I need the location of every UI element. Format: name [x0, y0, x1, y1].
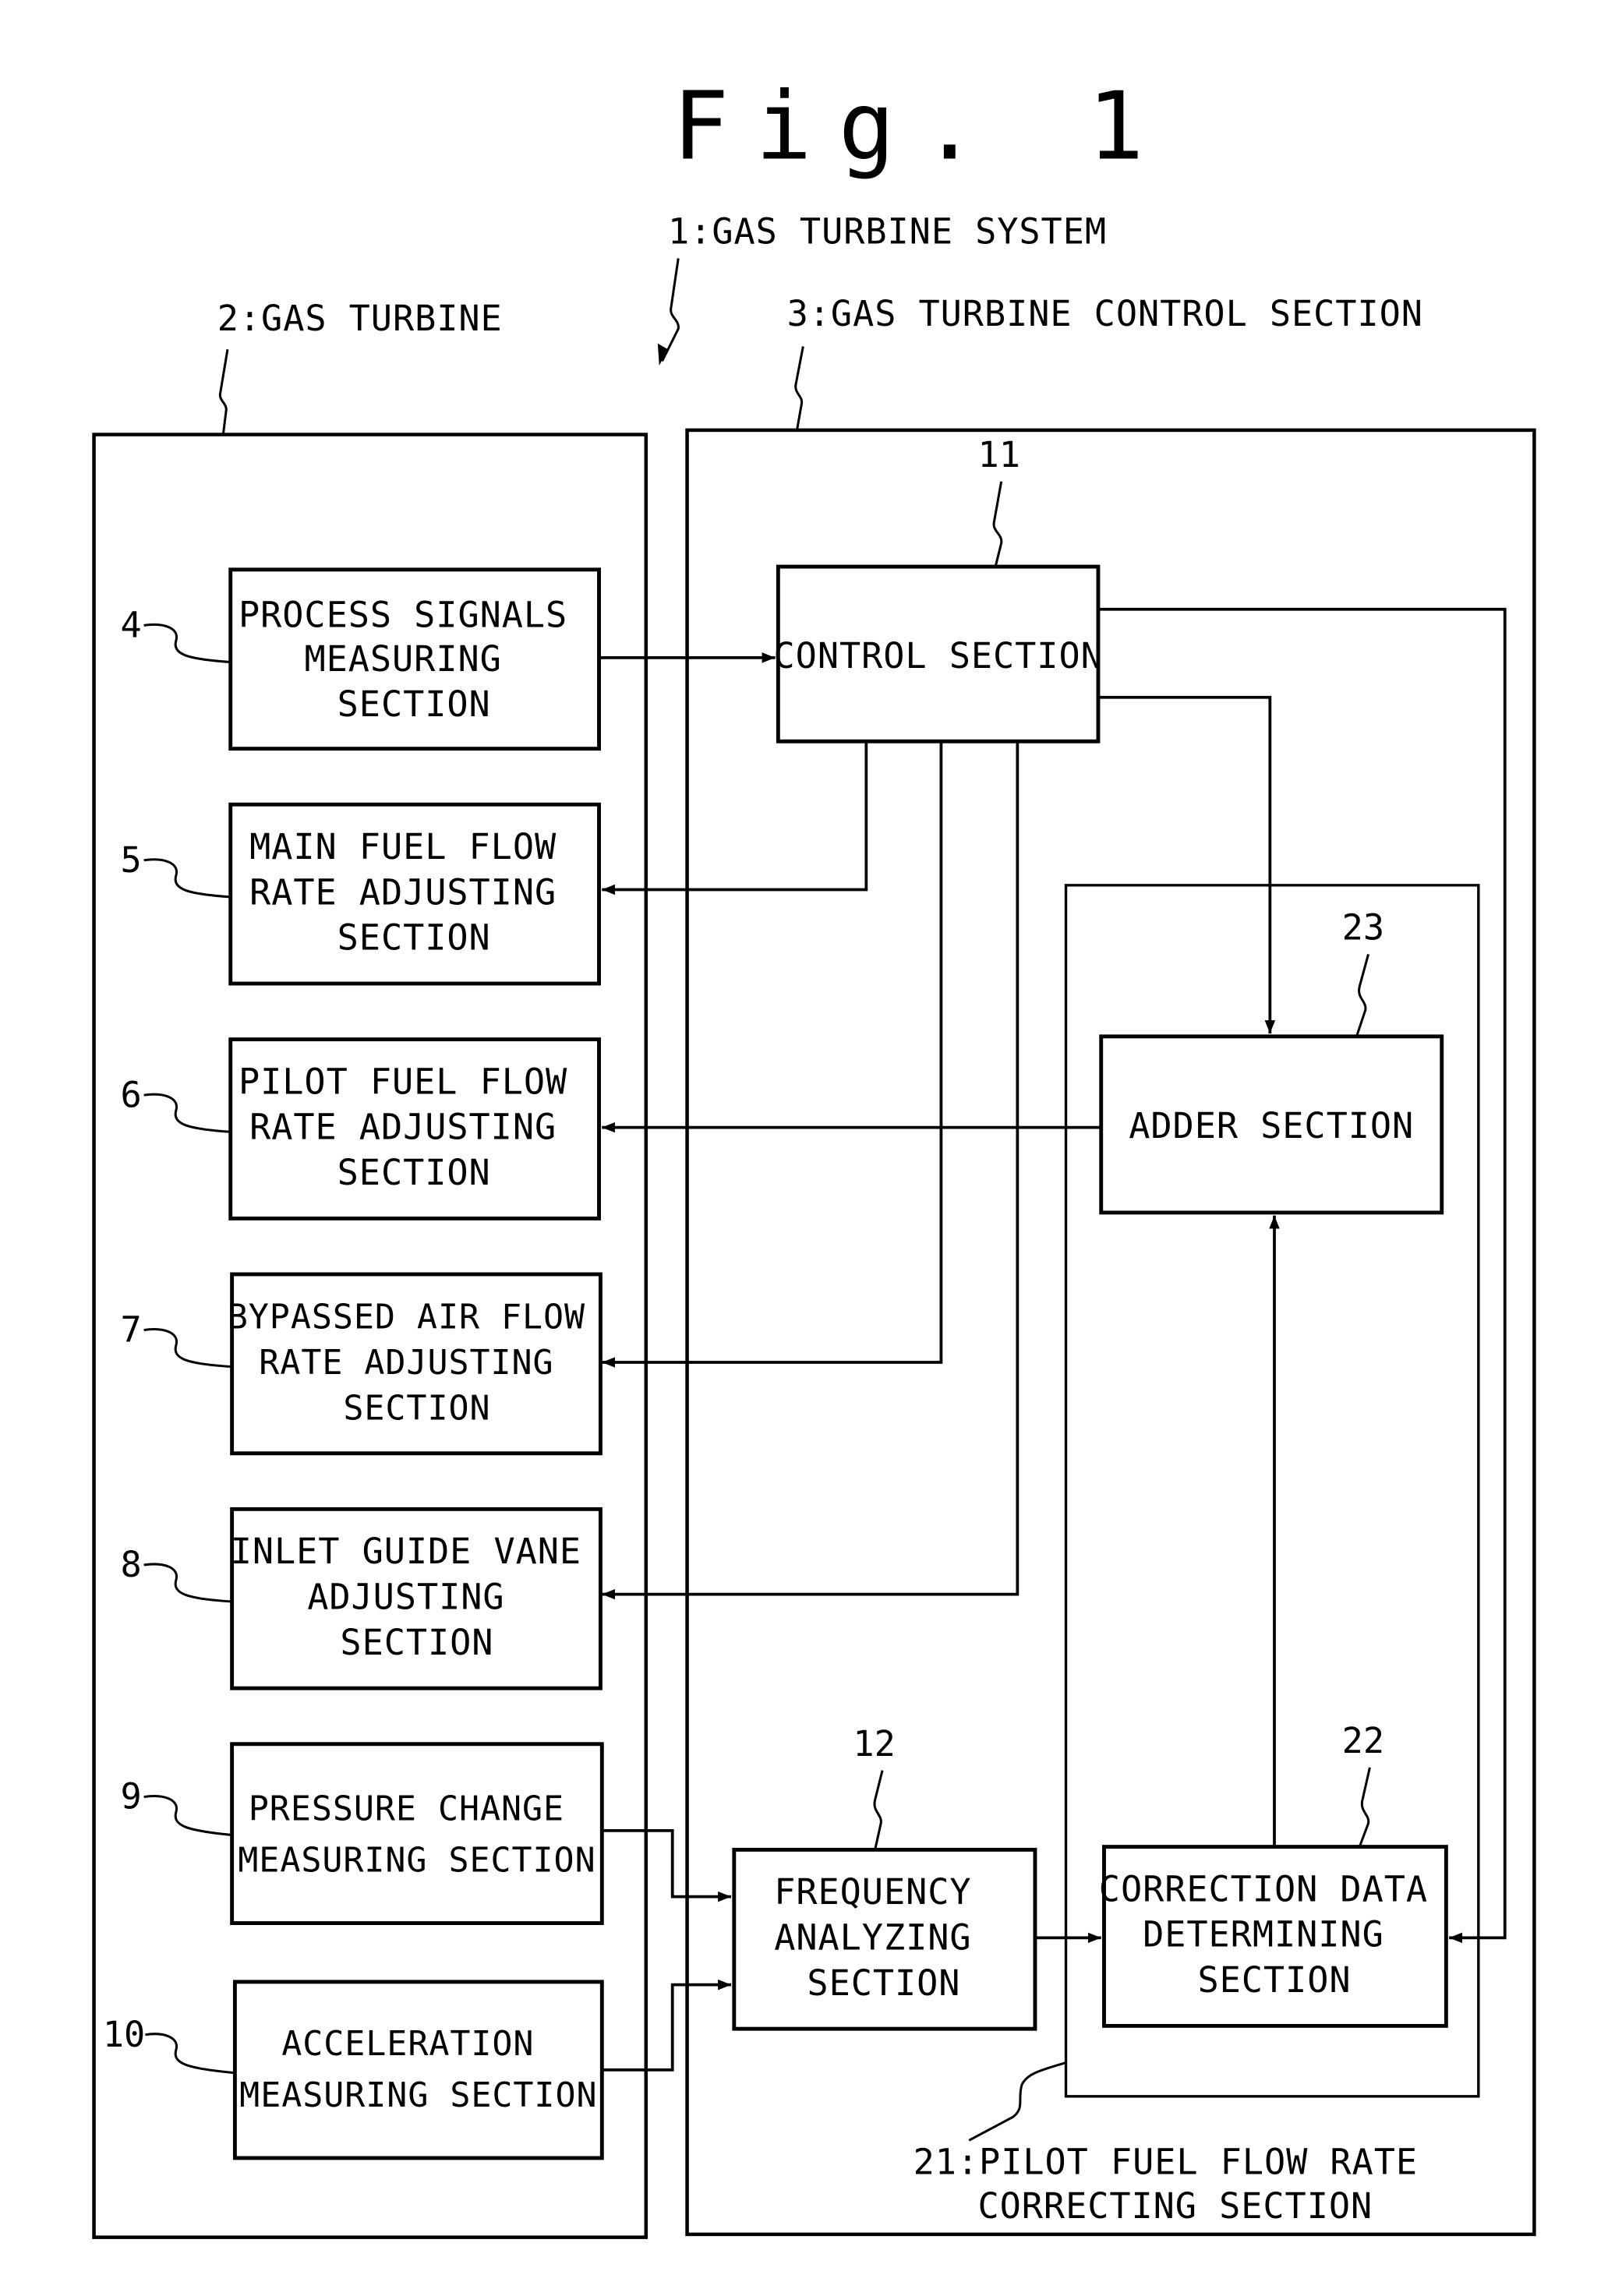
block-23-ref: 23: [1342, 907, 1384, 948]
block-10-box: [232, 1980, 604, 2160]
block-7-line-1: BYPASSED AIR FLOW: [228, 1298, 585, 1337]
block-6-line-3: SECTION: [337, 1152, 491, 1193]
block-10-line-2: MEASURING SECTION: [239, 2076, 597, 2115]
block-7-ref: 7: [120, 1309, 141, 1351]
block-7-line-2: RATE ADJUSTING: [259, 1344, 553, 1383]
block-12-text: FREQUENCY ANALYZING SECTION: [774, 1871, 993, 2004]
block-22-ref: 22: [1342, 1720, 1384, 1761]
block-main-fuel: MAIN FUEL FLOW RATE ADJUSTING SECTION 5: [120, 802, 601, 986]
wire-11-to-7: [602, 741, 943, 1368]
block-22-line-3: SECTION: [1197, 1959, 1351, 2001]
block-4-ref: 4: [120, 604, 141, 645]
block-11-leader: [992, 481, 1003, 567]
correcting-section-label-line-2: CORRECTING SECTION: [978, 2185, 1373, 2227]
system-pointer: [661, 258, 680, 362]
block-9-line-2: MEASURING SECTION: [238, 1842, 595, 1881]
block-22-line-2: DETERMINING: [1143, 1914, 1384, 1955]
block-4-line-1: PROCESS SIGNALS: [239, 594, 567, 635]
block-6-leader: [143, 1093, 231, 1133]
block-control-section: CONTROL SECTION 11: [774, 434, 1103, 744]
block-4-leader: [143, 623, 231, 664]
block-9-leader: [143, 1795, 232, 1837]
block-12-ref: 12: [853, 1723, 895, 1764]
block-6-line-1: PILOT FUEL FLOW: [239, 1061, 567, 1102]
correcting-section-label: 21:PILOT FUEL FLOW RATE CORRECTING SECTI…: [914, 2142, 1440, 2227]
block-6-line-2: RATE ADJUSTING: [249, 1107, 557, 1148]
block-11-ref: 11: [978, 434, 1020, 475]
block-8-ref: 8: [120, 1544, 141, 1585]
block-23-line-1: ADDER SECTION: [1129, 1105, 1414, 1146]
figure-title: Fig. 1: [673, 72, 1171, 181]
wire-9-to-12: [602, 1829, 732, 1902]
block-4-line-2: MEASURING: [304, 638, 501, 680]
block-process-signals: PROCESS SIGNALS MEASURING SECTION 4: [120, 567, 601, 751]
correcting-section-leader: [968, 2061, 1066, 2142]
block-23-leader: [1355, 953, 1370, 1037]
block-diagram: Fig. 1 1:GAS TURBINE SYSTEM 2:GAS TURBIN…: [92, 72, 1536, 2239]
block-8-leader: [143, 1563, 232, 1603]
block-8-line-3: SECTION: [340, 1622, 493, 1663]
block-12-line-3: SECTION: [807, 1962, 960, 2004]
block-10-leader: [145, 2033, 235, 2075]
gas-turbine-leader: [218, 349, 229, 435]
block-10-ref: 10: [103, 2014, 145, 2055]
block-22-leader: [1358, 1767, 1371, 1848]
wire-11-to-22: [1097, 607, 1507, 1944]
block-7-line-3: SECTION: [343, 1389, 490, 1428]
block-12-line-1: FREQUENCY: [774, 1871, 971, 1913]
block-acceleration: ACCELERATION MEASURING SECTION 10: [103, 1980, 604, 2160]
block-5-line-1: MAIN FUEL FLOW: [249, 826, 557, 867]
wire-11-to-8: [602, 741, 1020, 1600]
system-label: 1:GAS TURBINE SYSTEM: [668, 211, 1107, 253]
block-bypassed-air: BYPASSED AIR FLOW RATE ADJUSTING SECTION…: [120, 1272, 603, 1456]
block-9-box: [230, 1742, 604, 1926]
block-9-ref: 9: [120, 1776, 141, 1817]
block-5-line-2: RATE ADJUSTING: [249, 871, 557, 913]
block-7-leader: [143, 1328, 232, 1369]
block-22-line-1: CORRECTION DATA: [1099, 1868, 1428, 1909]
block-8-line-1: INLET GUIDE VANE: [231, 1531, 581, 1572]
block-5-ref: 5: [120, 839, 141, 881]
block-12-line-2: ANALYZING: [774, 1916, 971, 1958]
block-4-line-3: SECTION: [337, 684, 491, 725]
block-6-ref: 6: [120, 1074, 141, 1115]
block-5-leader: [143, 858, 231, 899]
block-12-leader: [873, 1770, 884, 1850]
wire-10-to-12: [602, 1979, 732, 2072]
wire-11-to-5: [602, 741, 868, 895]
gas-turbine-label: 2:GAS TURBINE: [217, 298, 503, 339]
correcting-section-label-line-1: 21:PILOT FUEL FLOW RATE: [914, 2142, 1418, 2183]
control-section-label: 3:GAS TURBINE CONTROL SECTION: [787, 293, 1423, 334]
block-inlet-guide-vane: INLET GUIDE VANE ADJUSTING SECTION 8: [120, 1507, 603, 1690]
block-10-line-1: ACCELERATION: [281, 2025, 534, 2064]
block-8-line-2: ADJUSTING: [307, 1576, 504, 1617]
block-frequency-analyzing: FREQUENCY ANALYZING SECTION 12: [732, 1723, 1037, 2031]
wire-11-to-23: [1097, 695, 1276, 1034]
block-9-line-1: PRESSURE CHANGE: [249, 1790, 564, 1829]
block-5-line-3: SECTION: [337, 917, 491, 959]
block-pilot-fuel: PILOT FUEL FLOW RATE ADJUSTING SECTION 6: [120, 1037, 601, 1220]
control-section-leader: [794, 346, 804, 429]
block-11-line-1: CONTROL SECTION: [774, 635, 1103, 676]
block-pressure-change: PRESSURE CHANGE MEASURING SECTION 9: [120, 1742, 604, 1926]
